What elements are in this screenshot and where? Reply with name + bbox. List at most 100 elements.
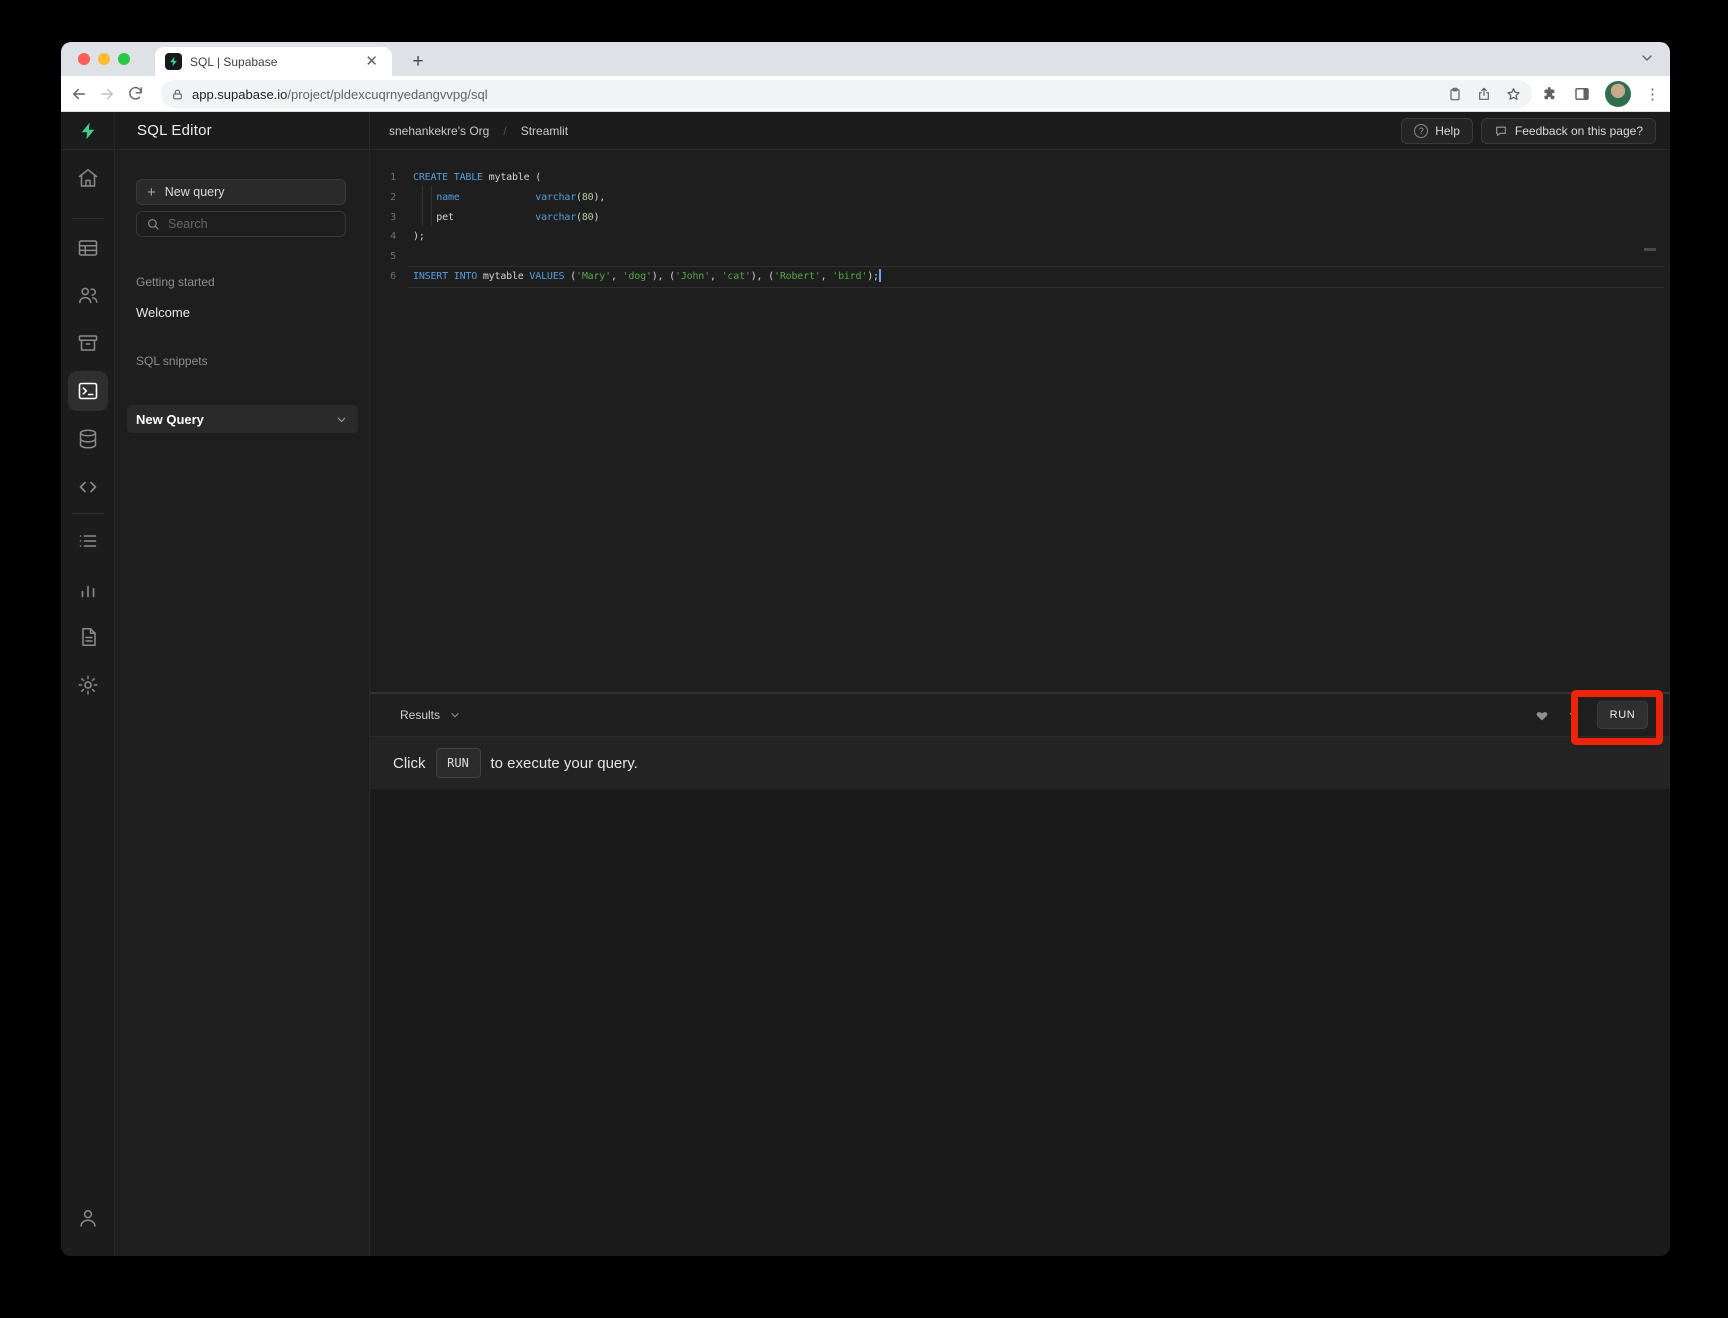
logs-list-icon[interactable] bbox=[76, 529, 100, 553]
sql-editor-sidebar: + New query Getting started Welcome SQL … bbox=[115, 150, 370, 1256]
breadcrumb-project[interactable]: Streamlit bbox=[521, 124, 568, 138]
code-text: CREATE TABLE mytable ( bbox=[396, 168, 541, 188]
code-line[interactable]: 6INSERT INTO mytable VALUES ('Mary', 'do… bbox=[370, 267, 1670, 287]
line-number: 2 bbox=[370, 188, 396, 208]
tab-title: SQL | Supabase bbox=[190, 55, 361, 69]
window-controls bbox=[78, 53, 130, 65]
share-icon[interactable] bbox=[1476, 86, 1492, 102]
help-circle-icon: ? bbox=[1414, 124, 1428, 138]
results-message: Click RUN to execute your query. bbox=[370, 737, 1670, 789]
zoom-window-button[interactable] bbox=[118, 53, 130, 65]
code-text: name varchar(80), bbox=[396, 188, 605, 208]
line-number: 4 bbox=[370, 227, 396, 247]
rail-divider bbox=[72, 218, 104, 219]
code-area: 1CREATE TABLE mytable (2 name varchar(80… bbox=[370, 168, 1670, 287]
favorite-heart-icon[interactable] bbox=[1534, 707, 1550, 723]
search-icon bbox=[146, 217, 160, 231]
section-getting-started: Getting started bbox=[136, 275, 215, 289]
tab-close-icon[interactable]: ✕ bbox=[361, 52, 382, 71]
scrollbar-marker[interactable] bbox=[1644, 248, 1656, 251]
code-line[interactable]: 1CREATE TABLE mytable ( bbox=[370, 168, 1670, 188]
run-button[interactable]: RUN bbox=[1597, 701, 1648, 729]
breadcrumb-org[interactable]: snehankekre's Org bbox=[389, 124, 489, 138]
auth-users-icon[interactable] bbox=[76, 283, 100, 307]
message-prefix: Click bbox=[393, 755, 426, 772]
code-text: pet varchar(80) bbox=[396, 208, 599, 228]
new-query-button[interactable]: + New query bbox=[136, 179, 346, 205]
supabase-app: SQL Editor snehankekre's Org / Streamlit… bbox=[61, 112, 1670, 1256]
home-icon[interactable] bbox=[76, 166, 100, 190]
close-window-button[interactable] bbox=[78, 53, 90, 65]
results-toolbar: Results RUN bbox=[370, 694, 1670, 737]
database-icon[interactable] bbox=[76, 427, 100, 451]
browser-toolbar: app.supabase.io/project/pldexcuqrnyedang… bbox=[61, 76, 1670, 112]
snippet-search[interactable] bbox=[136, 211, 346, 237]
message-suffix: to execute your query. bbox=[491, 755, 638, 772]
browser-menu-icon[interactable]: ⋮ bbox=[1645, 85, 1660, 103]
address-bar[interactable]: app.supabase.io/project/pldexcuqrnyedang… bbox=[161, 80, 1532, 108]
sql-code-editor[interactable]: 1CREATE TABLE mytable (2 name varchar(80… bbox=[370, 150, 1670, 692]
tab-search-chevron-icon[interactable] bbox=[1639, 50, 1655, 66]
rail-divider bbox=[72, 513, 104, 514]
copy-clipboard-icon[interactable] bbox=[1447, 86, 1463, 102]
code-line[interactable]: 3 pet varchar(80) bbox=[370, 208, 1670, 228]
code-text bbox=[396, 247, 413, 267]
browser-window: SQL | Supabase ✕ + app.supa bbox=[61, 42, 1670, 1256]
url-text: app.supabase.io/project/pldexcuqrnyedang… bbox=[192, 87, 488, 102]
desktop-background: SQL | Supabase ✕ + app.supa bbox=[0, 0, 1728, 1318]
search-input[interactable] bbox=[168, 217, 318, 231]
page-title: SQL Editor bbox=[137, 122, 212, 139]
indent-guide bbox=[431, 186, 432, 226]
run-kbd-badge: RUN bbox=[436, 748, 481, 778]
account-person-icon[interactable] bbox=[76, 1206, 100, 1230]
line-number: 3 bbox=[370, 208, 396, 228]
lock-icon bbox=[171, 88, 184, 101]
feedback-button[interactable]: Feedback on this page? bbox=[1481, 118, 1656, 144]
code-text: INSERT INTO mytable VALUES ('Mary', 'dog… bbox=[396, 267, 881, 287]
line-number: 6 bbox=[370, 267, 396, 287]
chevron-down-icon bbox=[449, 709, 461, 721]
browser-tab[interactable]: SQL | Supabase ✕ bbox=[155, 47, 392, 76]
forward-button[interactable] bbox=[93, 80, 121, 108]
supabase-favicon bbox=[165, 53, 182, 70]
sidebar-item-new-query[interactable]: New Query bbox=[127, 405, 358, 433]
back-button[interactable] bbox=[65, 80, 93, 108]
breadcrumb: snehankekre's Org / Streamlit bbox=[370, 124, 568, 138]
line-number: 5 bbox=[370, 247, 396, 267]
settings-gear-icon[interactable] bbox=[76, 673, 100, 697]
app-header: SQL Editor snehankekre's Org / Streamlit… bbox=[61, 112, 1670, 150]
extensions-puzzle-icon[interactable] bbox=[1541, 85, 1559, 103]
section-sql-snippets: SQL snippets bbox=[136, 354, 208, 368]
help-button[interactable]: ? Help bbox=[1401, 118, 1473, 144]
minimize-window-button[interactable] bbox=[98, 53, 110, 65]
indent-guide bbox=[422, 186, 423, 226]
new-tab-button[interactable]: + bbox=[405, 49, 431, 75]
bookmark-star-icon[interactable] bbox=[1505, 86, 1522, 103]
code-line[interactable]: 5 bbox=[370, 247, 1670, 267]
sql-editor-icon[interactable] bbox=[68, 371, 108, 411]
code-line[interactable]: 4); bbox=[370, 227, 1670, 247]
text-cursor bbox=[879, 269, 881, 282]
api-code-icon[interactable] bbox=[76, 475, 100, 499]
docs-file-icon[interactable] bbox=[76, 625, 100, 649]
chevron-down-icon[interactable] bbox=[1567, 708, 1581, 722]
reports-chart-icon[interactable] bbox=[76, 577, 100, 601]
main-content: 1CREATE TABLE mytable (2 name varchar(80… bbox=[370, 150, 1670, 1256]
code-text: ); bbox=[396, 227, 425, 247]
breadcrumb-separator: / bbox=[503, 124, 506, 138]
results-dropdown[interactable]: Results bbox=[400, 708, 461, 722]
code-line[interactable]: 2 name varchar(80), bbox=[370, 188, 1670, 208]
icon-sidebar bbox=[61, 150, 115, 1256]
storage-icon[interactable] bbox=[76, 331, 100, 355]
chat-bubble-icon bbox=[1494, 124, 1508, 138]
tab-strip: SQL | Supabase ✕ + bbox=[61, 42, 1670, 76]
sidebar-item-welcome[interactable]: Welcome bbox=[136, 305, 190, 320]
reload-button[interactable] bbox=[121, 80, 149, 108]
side-panel-icon[interactable] bbox=[1573, 85, 1591, 103]
chevron-down-icon[interactable] bbox=[335, 413, 348, 426]
plus-icon: + bbox=[147, 185, 156, 200]
profile-avatar[interactable] bbox=[1605, 81, 1631, 107]
table-editor-icon[interactable] bbox=[76, 236, 100, 260]
results-empty-area bbox=[370, 789, 1670, 1256]
supabase-logo[interactable] bbox=[61, 112, 115, 149]
